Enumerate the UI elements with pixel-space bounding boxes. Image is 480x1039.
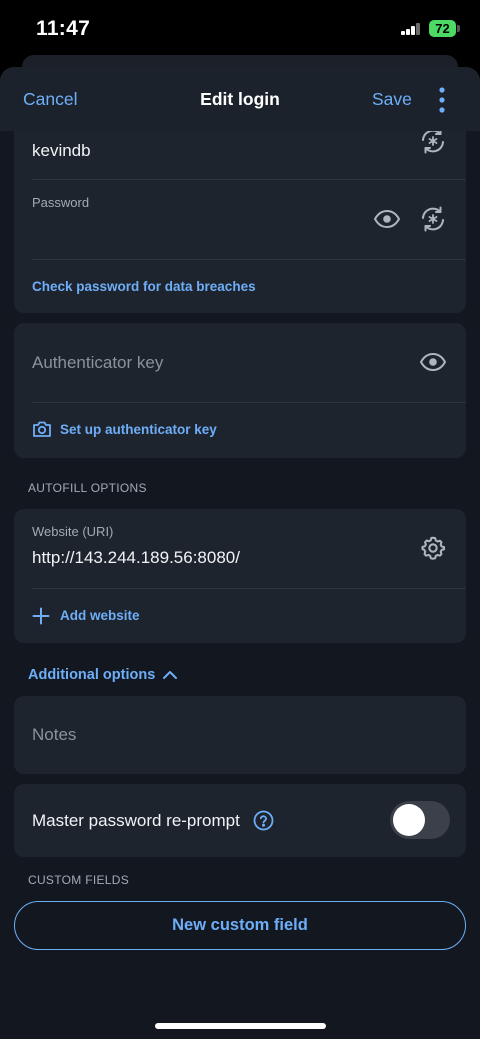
regenerate-icon <box>422 128 444 154</box>
eye-icon <box>373 209 401 229</box>
regenerate-icon <box>422 206 444 232</box>
authenticator-key-input[interactable]: Authenticator key <box>32 353 163 373</box>
authenticator-card: Authenticator key Set up authenticator k… <box>14 323 466 458</box>
more-vertical-icon <box>439 87 445 113</box>
password-label: Password <box>32 195 90 210</box>
toggle-knob <box>393 804 425 836</box>
setup-authenticator-link[interactable]: Set up authenticator key <box>60 422 217 437</box>
check-breaches-link[interactable]: Check password for data breaches <box>32 279 256 294</box>
divider <box>32 259 466 260</box>
battery-nub <box>457 25 460 32</box>
save-button[interactable]: Save <box>372 89 412 110</box>
home-indicator <box>155 1023 326 1029</box>
divider <box>32 588 466 589</box>
add-website-link[interactable]: Add website <box>60 608 140 623</box>
uri-settings-button[interactable] <box>420 535 446 566</box>
notes-input[interactable]: Notes <box>32 725 76 745</box>
more-options-button[interactable] <box>430 85 454 115</box>
camera-icon <box>32 420 52 443</box>
additional-options-toggle[interactable]: Additional options <box>28 667 155 683</box>
toggle-password-visibility-button[interactable] <box>373 207 401 236</box>
eye-icon <box>419 352 447 372</box>
reprompt-card: Master password re-prompt <box>14 784 466 857</box>
generate-username-button[interactable] <box>419 127 447 160</box>
divider <box>32 179 466 180</box>
help-circle-icon[interactable] <box>253 810 274 836</box>
website-uri-field[interactable]: http://143.244.189.56:8080/ <box>32 548 240 568</box>
edit-login-sheet: Cancel Edit login Save kevindb Password <box>0 67 480 1039</box>
status-bar: 11:47 72 <box>0 0 480 58</box>
reprompt-toggle[interactable] <box>390 801 450 839</box>
status-time: 11:47 <box>36 17 91 40</box>
new-custom-field-button[interactable]: New custom field <box>14 901 466 950</box>
toggle-authenticator-visibility-button[interactable] <box>419 350 447 379</box>
divider <box>32 402 466 403</box>
reprompt-label: Master password re-prompt <box>32 811 240 830</box>
autofill-options-header: AUTOFILL OPTIONS <box>28 481 147 495</box>
notes-card[interactable]: Notes <box>14 696 466 774</box>
chevron-up-icon[interactable] <box>162 668 178 686</box>
battery-indicator: 72 <box>429 20 456 37</box>
gear-icon <box>421 536 446 560</box>
cellular-signal-icon <box>401 23 421 35</box>
generate-password-button[interactable] <box>419 205 447 238</box>
username-field[interactable]: kevindb <box>32 141 91 161</box>
custom-fields-header: CUSTOM FIELDS <box>28 873 130 887</box>
navigation-bar: Cancel Edit login Save <box>0 67 480 131</box>
plus-icon <box>32 607 50 630</box>
autofill-card: Website (URI) http://143.244.189.56:8080… <box>14 509 466 643</box>
website-label: Website (URI) <box>32 524 114 539</box>
